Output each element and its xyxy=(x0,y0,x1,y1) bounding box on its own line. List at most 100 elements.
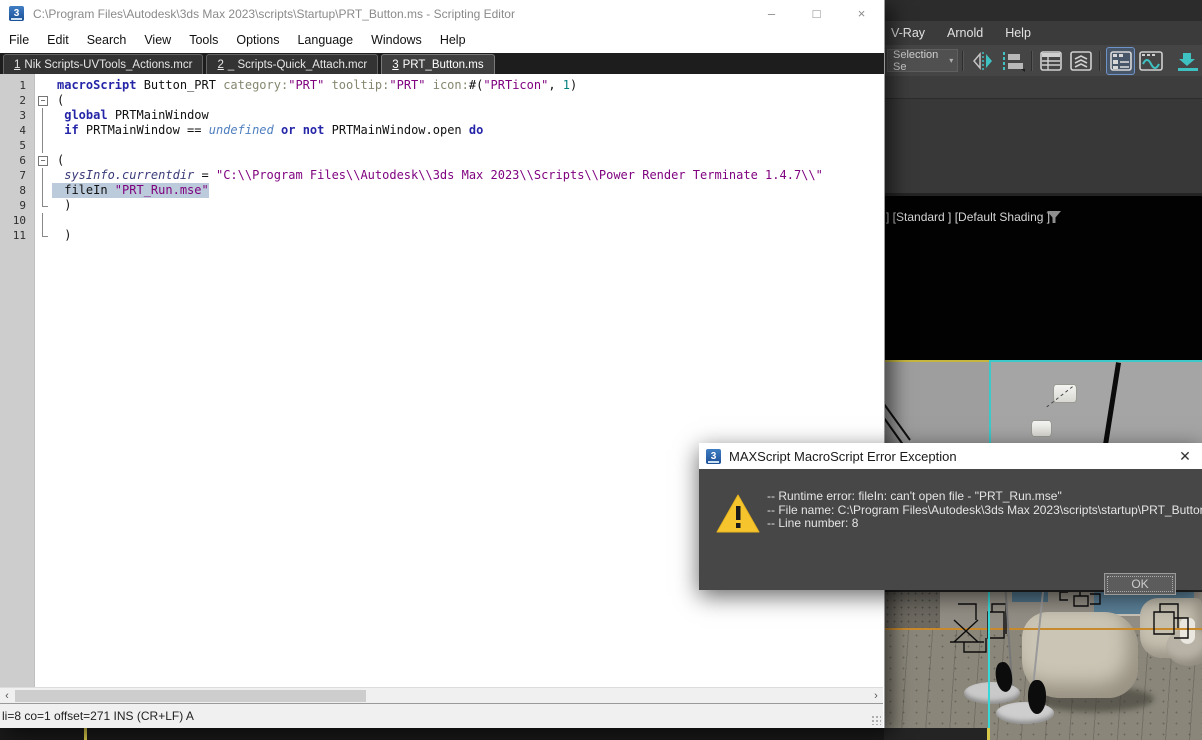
code-line[interactable]: 10 xyxy=(0,213,883,228)
fold-marker xyxy=(34,168,52,183)
line-number: 2 xyxy=(0,93,34,108)
tab--scripts-quick-attach-mcr[interactable]: 2_ Scripts-Quick_Attach.mcr xyxy=(206,54,378,74)
minimize-button[interactable]: – xyxy=(749,0,794,27)
max-menu-item-help[interactable]: Help xyxy=(998,26,1046,40)
code-line[interactable]: 1macroScript Button_PRT category:"PRT" t… xyxy=(0,78,883,93)
toolbar-separator xyxy=(1099,51,1101,71)
editor-tabbar: 1Nik Scripts-UVTools_Actions.mcr2_ Scrip… xyxy=(0,53,884,74)
fold-marker xyxy=(34,183,52,198)
maximize-button[interactable]: □ xyxy=(794,0,839,27)
max-trackbar-strip-right xyxy=(884,728,990,740)
code-text: sysInfo.currentdir = "C:\\Program Files\… xyxy=(52,168,823,183)
code-line[interactable]: 6−( xyxy=(0,153,883,168)
error-dialog: 3 MAXScript MacroScript Error Exception … xyxy=(699,443,1202,590)
toolbar-separator xyxy=(1031,51,1033,71)
error-message: -- Runtime error: fileIn: can't open fil… xyxy=(767,490,1202,531)
toolbar-separator xyxy=(962,51,964,71)
editor-window-title: C:\Program Files\Autodesk\3ds Max 2023\s… xyxy=(33,7,515,21)
tab-label: Nik Scripts-UVTools_Actions.mcr xyxy=(24,59,192,71)
tab-prt-button-ms[interactable]: 3PRT_Button.ms xyxy=(381,54,494,74)
scroll-left-arrow[interactable]: ‹ xyxy=(0,688,14,704)
code-line[interactable]: 4 if PRTMainWindow == undefined or not P… xyxy=(0,123,883,138)
manage-layers-icon[interactable] xyxy=(1067,48,1094,74)
close-button[interactable]: × xyxy=(839,0,884,27)
code-line[interactable]: 2−( xyxy=(0,93,883,108)
tab-label: _ Scripts-Quick_Attach.mcr xyxy=(228,59,367,71)
dialog-close-icon[interactable]: ✕ xyxy=(1168,443,1202,469)
align-icon[interactable] xyxy=(998,48,1025,74)
line-number: 11 xyxy=(0,228,34,243)
ok-button[interactable]: OK xyxy=(1104,573,1176,595)
menu-item-tools[interactable]: Tools xyxy=(180,33,227,47)
code-editor[interactable]: 1macroScript Button_PRT category:"PRT" t… xyxy=(0,74,883,687)
lamp-pole-wireframe xyxy=(1102,362,1121,452)
menu-item-windows[interactable]: Windows xyxy=(362,33,431,47)
cursor-position-status: li=8 co=1 offset=271 INS (CR+LF) A xyxy=(2,709,194,723)
max-menu-item-arnold[interactable]: Arnold xyxy=(940,26,998,40)
horizontal-scrollbar[interactable]: ‹ › xyxy=(0,687,883,704)
error-message-line: -- Runtime error: fileIn: can't open fil… xyxy=(767,490,1202,504)
scene-explorer-icon[interactable] xyxy=(1106,47,1135,75)
mirror-icon[interactable] xyxy=(969,48,996,74)
code-line[interactable]: 7 sysInfo.currentdir = "C:\\Program File… xyxy=(0,168,883,183)
line-number: 9 xyxy=(0,198,34,213)
trackbar-tick xyxy=(987,728,990,740)
menu-item-help[interactable]: Help xyxy=(431,33,475,47)
code-line[interactable]: 9 ) xyxy=(0,198,883,213)
code-line[interactable]: 5 xyxy=(0,138,883,153)
dialog-body: -- Runtime error: fileIn: can't open fil… xyxy=(699,469,1202,590)
menu-item-search[interactable]: Search xyxy=(78,33,136,47)
fold-marker xyxy=(34,198,52,213)
resize-grip[interactable] xyxy=(871,715,881,725)
max-trackbar-strip xyxy=(0,728,884,740)
tab-nik-scripts-uvtools-actions-mcr[interactable]: 1Nik Scripts-UVTools_Actions.mcr xyxy=(3,54,203,74)
code-text: fileIn "PRT_Run.mse" xyxy=(52,183,209,198)
max-ribbon-panel xyxy=(884,99,1202,196)
menu-item-file[interactable]: File xyxy=(0,33,38,47)
curve-editor-icon[interactable] xyxy=(1137,48,1164,74)
max-main-toolbar: Selection Se ▾ xyxy=(884,45,1202,77)
layer-explorer-icon[interactable] xyxy=(1038,48,1065,74)
max-menu-item-v-ray[interactable]: V-Ray xyxy=(884,26,940,40)
viewport-filter-icon[interactable] xyxy=(1046,211,1062,229)
max-titlebar-strip xyxy=(884,0,1202,21)
line-number: 8 xyxy=(0,183,34,198)
code-text: global PRTMainWindow xyxy=(52,108,209,123)
line-number: 1 xyxy=(0,78,34,93)
editor-titlebar[interactable]: 3 C:\Program Files\Autodesk\3ds Max 2023… xyxy=(0,0,884,27)
editor-menubar: FileEditSearchViewToolsOptionsLanguageWi… xyxy=(0,27,884,53)
menu-item-view[interactable]: View xyxy=(135,33,180,47)
fold-marker[interactable]: − xyxy=(34,153,52,168)
error-message-line: -- File name: C:\Program Files\Autodesk\… xyxy=(767,504,1202,518)
line-number: 7 xyxy=(0,168,34,183)
fold-marker xyxy=(34,123,52,138)
cylinder-object xyxy=(1031,420,1052,437)
scripting-editor-window: 3 C:\Program Files\Autodesk\3ds Max 2023… xyxy=(0,0,885,728)
viewport-top[interactable]: ] [Standard ] [Default Shading ] xyxy=(884,196,1202,360)
maxscript-app-icon: 3 xyxy=(9,6,24,21)
tab-number: 3 xyxy=(392,59,398,71)
dialog-titlebar[interactable]: 3 MAXScript MacroScript Error Exception … xyxy=(699,443,1202,469)
code-line[interactable]: 3 global PRTMainWindow xyxy=(0,108,883,123)
cylinder-object xyxy=(1053,384,1077,403)
selection-set-dropdown[interactable]: Selection Se ▾ xyxy=(887,49,958,72)
code-text: if PRTMainWindow == undefined or not PRT… xyxy=(52,123,483,138)
code-text xyxy=(52,213,57,228)
menu-item-options[interactable]: Options xyxy=(227,33,288,47)
scrollbar-thumb[interactable] xyxy=(15,690,366,702)
error-message-line: -- Line number: 8 xyxy=(767,517,1202,531)
fold-marker[interactable]: − xyxy=(34,93,52,108)
viewport-perspective[interactable] xyxy=(884,590,1202,740)
viewport-divider-line xyxy=(988,590,990,740)
scroll-right-arrow[interactable]: › xyxy=(869,688,883,704)
floor-lamp-base xyxy=(996,702,1054,724)
menu-item-language[interactable]: Language xyxy=(288,33,362,47)
menu-item-edit[interactable]: Edit xyxy=(38,33,78,47)
line-number: 4 xyxy=(0,123,34,138)
render-presets-icon[interactable] xyxy=(1174,48,1201,74)
code-line[interactable]: 8 fileIn "PRT_Run.mse" xyxy=(0,183,883,198)
line-number: 3 xyxy=(0,108,34,123)
viewport-shading-label[interactable]: ] [Standard ] [Default Shading ] xyxy=(886,210,1050,224)
code-line[interactable]: 11 ) xyxy=(0,228,883,243)
warning-icon xyxy=(715,493,761,540)
